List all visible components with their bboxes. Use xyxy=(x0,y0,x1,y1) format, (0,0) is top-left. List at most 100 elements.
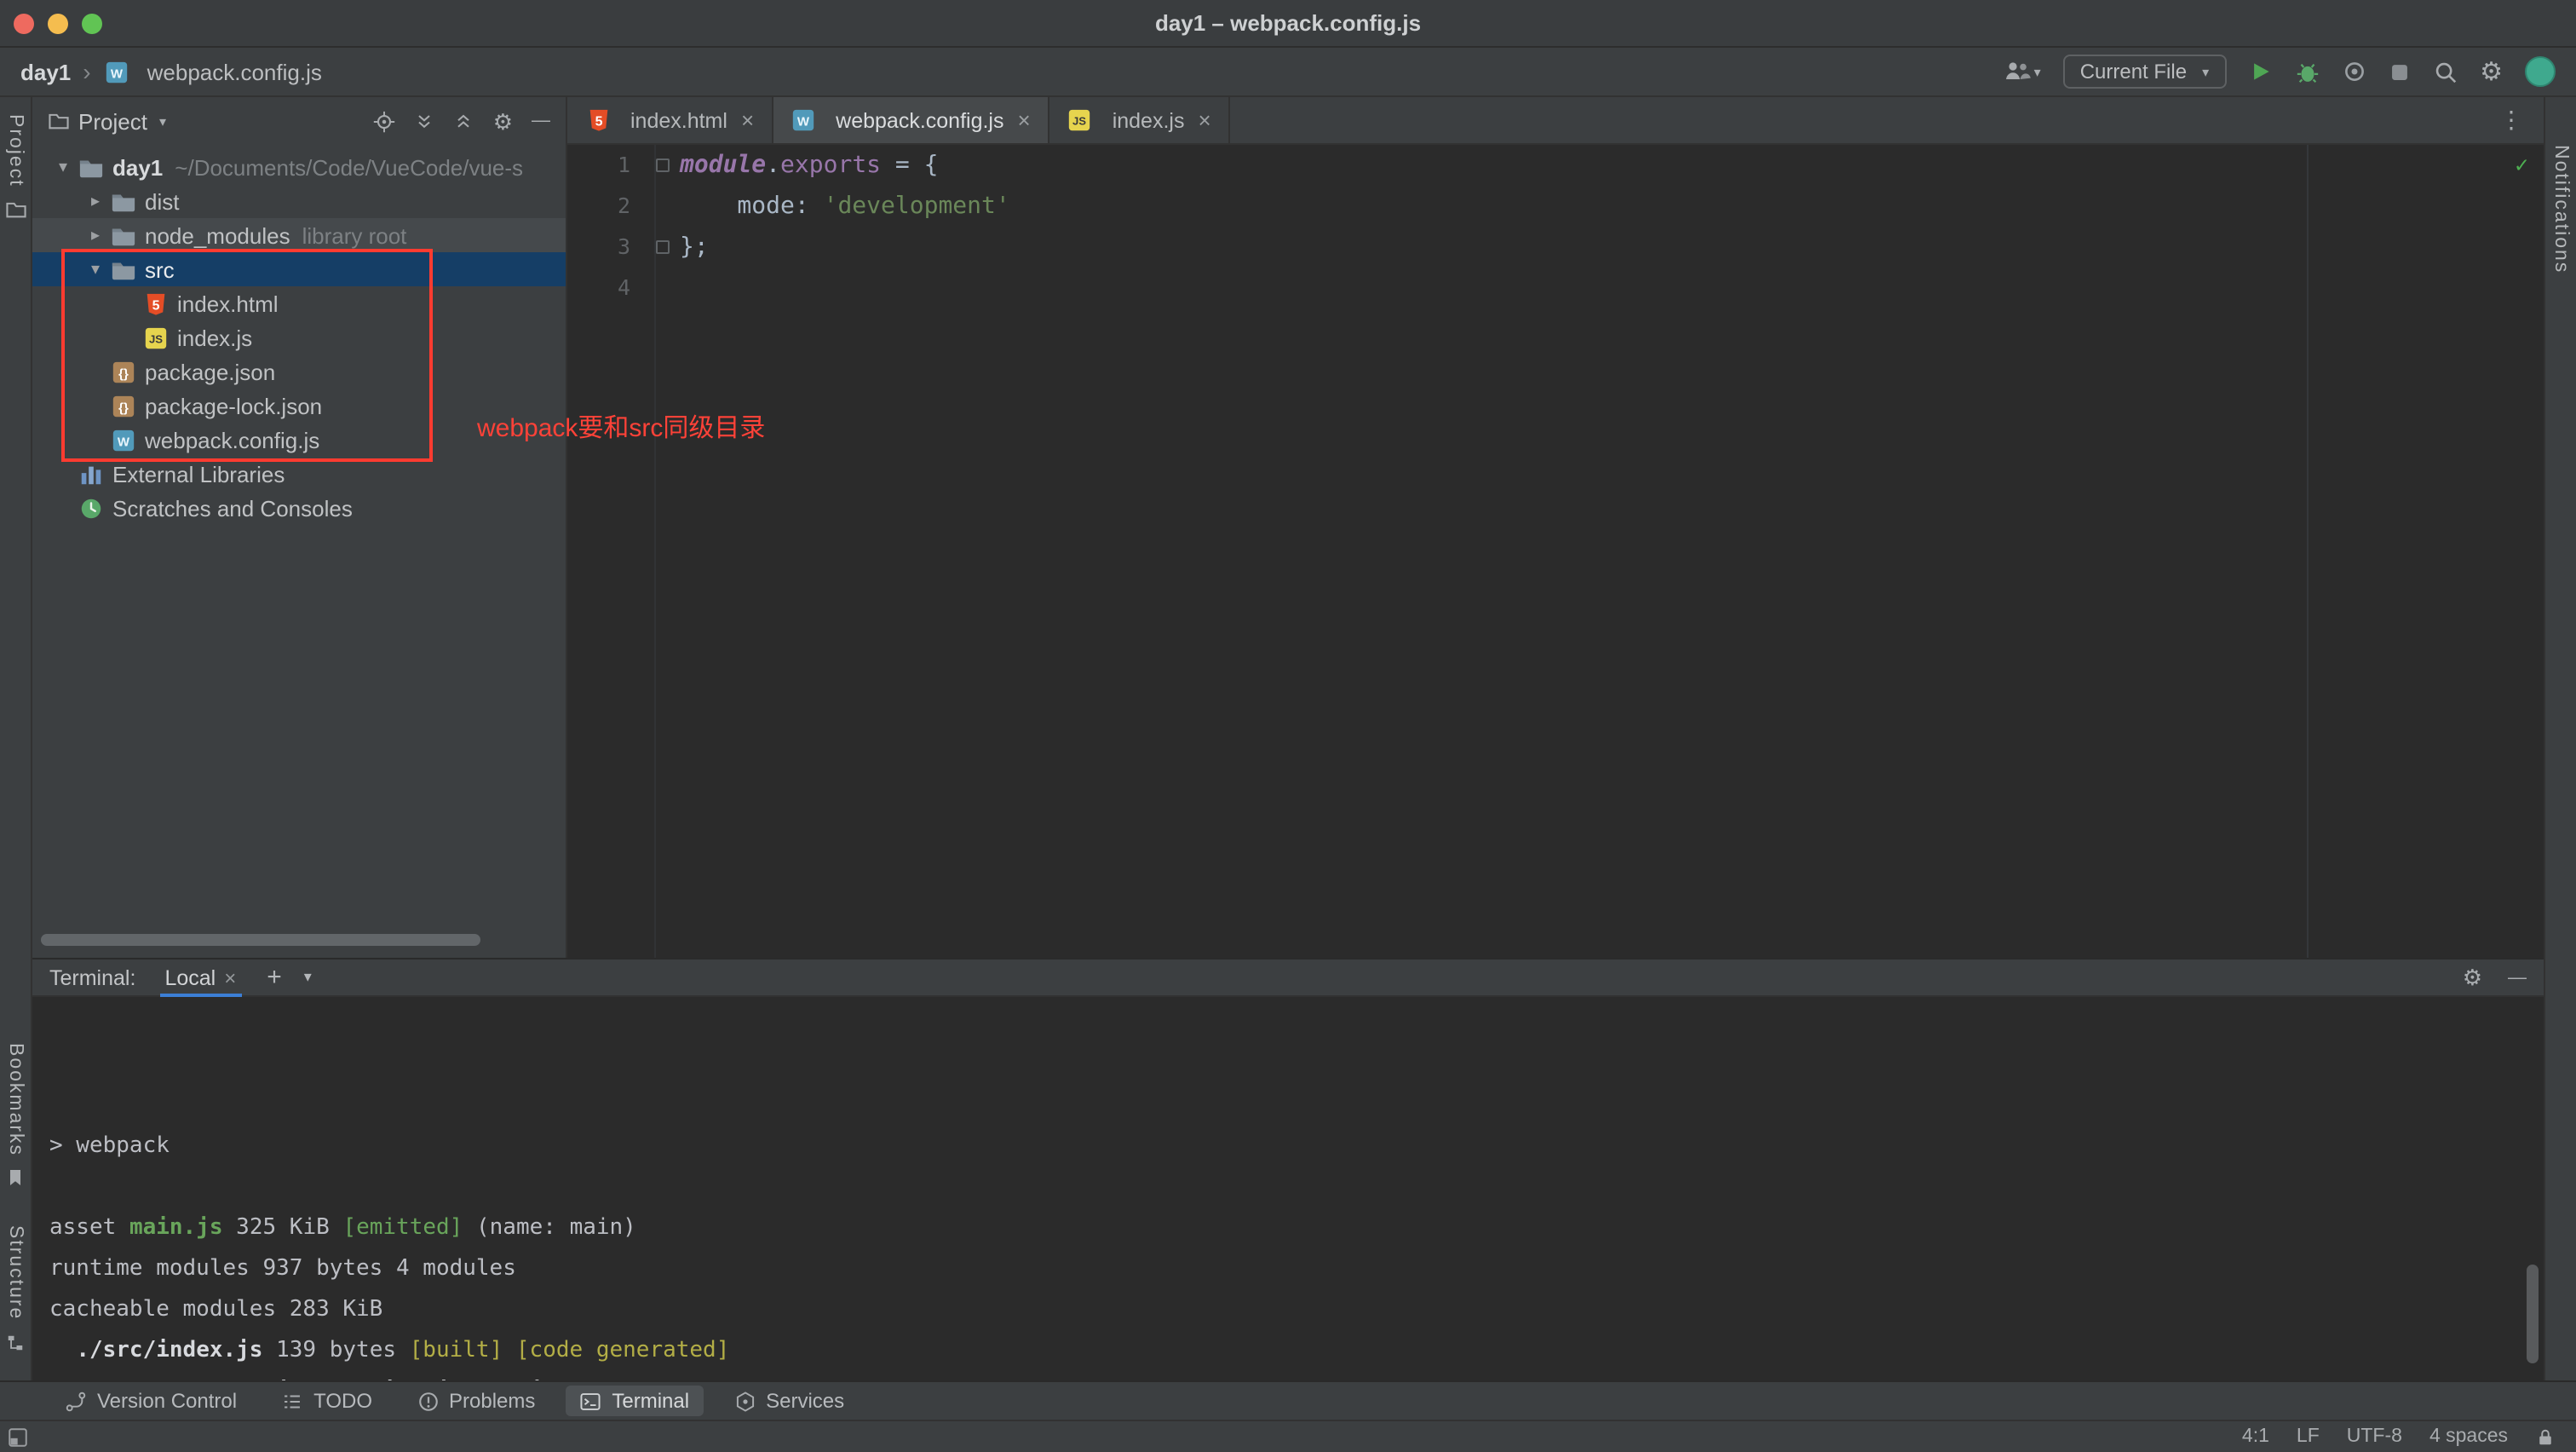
bottom-button-label: Terminal xyxy=(612,1389,690,1413)
close-tab-icon[interactable]: × xyxy=(1198,107,1210,133)
breadcrumb-project[interactable]: day1 xyxy=(20,59,71,84)
expand-all-icon[interactable] xyxy=(415,111,435,131)
toolbar-actions: ▾ Current File ▾ ⚙ xyxy=(2004,55,2556,89)
people-icon xyxy=(2004,58,2031,85)
tree-item-label: index.html xyxy=(177,291,279,316)
webpack-icon: W xyxy=(109,426,136,453)
breadcrumb-file[interactable]: webpack.config.js xyxy=(147,59,322,84)
line-separator[interactable]: LF xyxy=(2297,1426,2320,1447)
project-view-dropdown[interactable]: Project ▾ xyxy=(48,108,166,134)
sidebar-button-bookmarks[interactable]: Bookmarks xyxy=(5,1043,26,1189)
terminal-line: runtime modules 937 bytes 4 modules xyxy=(49,1249,2544,1290)
terminal-settings-gear-icon[interactable]: ⚙ xyxy=(2463,966,2482,988)
project-folder-icon xyxy=(4,199,26,222)
lock-icon[interactable] xyxy=(2535,1426,2556,1448)
line-number: 1 xyxy=(617,152,630,177)
fold-marker-icon[interactable] xyxy=(656,240,670,254)
bottom-button-todo[interactable]: TODO xyxy=(267,1386,386,1416)
main-row: Project ▾ ⚙ — ▾ day1 ~/Documents/Code/VueC… xyxy=(32,97,2544,958)
chevron-right-icon[interactable]: ▸ xyxy=(82,226,109,245)
tree-item-index-html[interactable]: 5 index.html xyxy=(32,286,566,320)
new-terminal-session-button[interactable]: + xyxy=(267,963,282,992)
run-button[interactable] xyxy=(2248,60,2272,84)
toolwindow-switcher-icon[interactable] xyxy=(7,1426,29,1448)
tab-index-html[interactable]: 5 index.html × xyxy=(567,97,773,143)
sidebar-button-notifications[interactable]: Notifications xyxy=(2550,145,2571,274)
project-panel-header: Project ▾ ⚙ — xyxy=(32,97,566,145)
tree-item-index-js[interactable]: JS index.js xyxy=(32,320,566,354)
locate-file-icon[interactable] xyxy=(374,110,396,132)
bottom-button-label: Services xyxy=(766,1389,845,1413)
chevron-down-icon[interactable]: ▾ xyxy=(82,260,109,279)
code-with-me-button[interactable]: ▾ xyxy=(2004,58,2041,85)
indent-style[interactable]: 4 spaces xyxy=(2429,1426,2508,1447)
debug-button[interactable] xyxy=(2294,59,2320,84)
bottom-toolwindow-stripe: Version Control TODO Problems Terminal Servi… xyxy=(0,1380,2576,1420)
sidebar-button-project[interactable]: Project xyxy=(4,114,26,222)
code-line: mode: 'development' xyxy=(680,186,2520,227)
folder-icon xyxy=(109,187,136,215)
terminal-output[interactable]: > webpack asset main.js 325 KiB [emitted… xyxy=(32,997,2544,1380)
hide-panel-icon[interactable]: — xyxy=(532,111,550,131)
editor-code[interactable]: module.exports = { mode: 'development'}; xyxy=(656,145,2520,308)
search-everywhere-button[interactable] xyxy=(2432,59,2458,84)
tree-item-package-lock-json[interactable]: {} package-lock.json xyxy=(32,389,566,423)
code-line: }; xyxy=(656,227,2520,268)
tab-webpack-config-js[interactable]: Wwebpack.config.js × xyxy=(773,97,1049,143)
terminal-tab-local[interactable]: Local × xyxy=(159,959,242,997)
tree-item-package-json[interactable]: {} package.json xyxy=(32,354,566,389)
close-tab-icon[interactable]: × xyxy=(741,107,754,133)
tree-item-node-modules[interactable]: ▸ node_modules library root xyxy=(32,218,566,252)
panel-settings-gear-icon[interactable]: ⚙ xyxy=(493,110,513,132)
chevron-down-icon: ▾ xyxy=(158,113,166,129)
terminal-token: [code generated] xyxy=(783,1379,996,1380)
caret-position[interactable]: 4:1 xyxy=(2242,1426,2269,1447)
tree-item-scratches-and-consoles[interactable]: Scratches and Consoles xyxy=(32,491,566,525)
user-avatar[interactable] xyxy=(2525,56,2556,87)
line-number: 3 xyxy=(617,233,630,259)
tree-item-src[interactable]: ▾ src xyxy=(32,252,566,286)
workspace: Project Bookmarks Structure Project ▾ ⚙ … xyxy=(0,97,2576,1380)
terminal-line: > webpack xyxy=(49,1126,2544,1167)
sidebar-button-structure[interactable]: Structure xyxy=(5,1226,26,1353)
tree-item-webpack-config-js[interactable]: Wwebpack.config.js xyxy=(32,423,566,457)
tree-item-label: node_modules xyxy=(145,222,290,248)
collapse-all-icon[interactable] xyxy=(454,111,474,131)
fold-marker-icon[interactable] xyxy=(656,158,670,172)
chevron-down-icon[interactable]: ▾ xyxy=(49,158,77,176)
bottom-button-problems[interactable]: Problems xyxy=(403,1386,549,1416)
tab-options-menu[interactable]: ⋮ xyxy=(2479,97,2544,143)
run-configuration-dropdown[interactable]: Current File ▾ xyxy=(2062,55,2227,89)
tab-index-js[interactable]: JS index.js × xyxy=(1049,97,1230,143)
close-tab-icon[interactable]: × xyxy=(1018,107,1031,133)
project-stripe-label: Project xyxy=(5,114,26,187)
editor-body[interactable]: 1 2 3 4 module.exports = { mode: 'developme… xyxy=(567,145,2544,958)
settings-gear-icon[interactable]: ⚙ xyxy=(2480,59,2503,84)
close-window-button[interactable] xyxy=(14,13,34,33)
stop-button[interactable] xyxy=(2388,60,2410,83)
terminal-shell-dropdown-icon[interactable]: ▾ xyxy=(304,968,312,987)
bottom-button-services[interactable]: Services xyxy=(720,1386,858,1416)
run-with-coverage-button[interactable] xyxy=(2342,60,2366,84)
close-terminal-tab-icon[interactable]: × xyxy=(224,965,236,989)
chevron-right-icon[interactable]: ▸ xyxy=(82,192,109,210)
tree-item-external-libraries[interactable]: External Libraries xyxy=(32,457,566,491)
tree-item-day1[interactable]: ▾ day1 ~/Documents/Code/VueCode/vue-s xyxy=(32,150,566,184)
minimize-window-button[interactable] xyxy=(48,13,68,33)
bottom-button-terminal[interactable]: Terminal xyxy=(566,1386,704,1416)
file-encoding[interactable]: UTF-8 xyxy=(2347,1426,2402,1447)
ide-window: day1 – webpack.config.js day1 › W webpac… xyxy=(0,0,2576,1452)
project-horizontal-scrollbar[interactable] xyxy=(41,934,480,946)
status-bar-widgets: 4:1 LF UTF-8 4 spaces xyxy=(2242,1426,2556,1448)
left-stripe-bottom-group: Bookmarks Structure xyxy=(5,1043,26,1353)
inspections-ok-icon[interactable]: ✓ xyxy=(2515,153,2528,179)
project-toolwindow: Project ▾ ⚙ — ▾ day1 ~/Documents/Code/VueC… xyxy=(32,97,567,958)
terminal-scrollbar[interactable] xyxy=(2527,1265,2539,1363)
left-toolwindow-stripe: Project Bookmarks Structure xyxy=(0,97,32,1380)
hide-terminal-icon[interactable]: — xyxy=(2508,967,2527,988)
zoom-window-button[interactable] xyxy=(82,13,102,33)
tree-item-dist[interactable]: ▸ dist xyxy=(32,184,566,218)
bottom-button-version-control[interactable]: Version Control xyxy=(51,1386,250,1416)
